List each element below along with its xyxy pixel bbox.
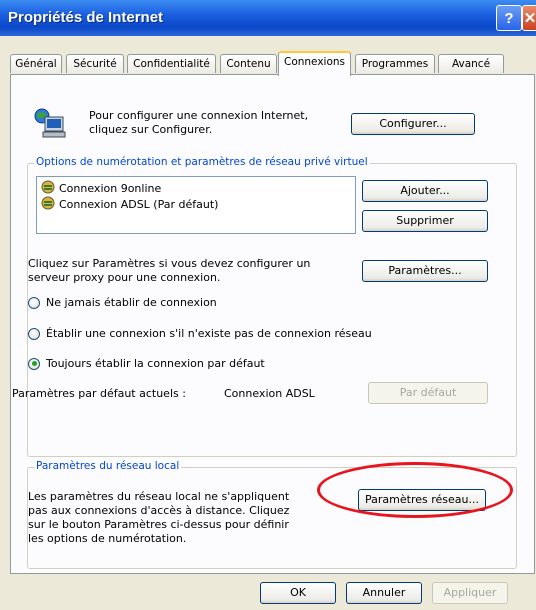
radio-never-dial[interactable]: Ne jamais établir de connexion xyxy=(28,296,217,309)
window-title: Propriétés de Internet xyxy=(8,9,164,26)
current-default-value: Connexion ADSL xyxy=(224,387,315,400)
connection-list[interactable]: Connexion 9online Connexion ADSL (Par dé… xyxy=(36,176,356,234)
radio-button[interactable] xyxy=(28,357,40,370)
dialup-connection-icon xyxy=(41,180,55,197)
network-computer-icon xyxy=(33,107,67,139)
tab-general[interactable]: Général xyxy=(10,54,62,73)
settings-button[interactable]: Paramètres... xyxy=(362,260,488,282)
radio-button[interactable] xyxy=(28,296,40,309)
lan-settings-button[interactable]: Paramètres réseau... xyxy=(358,489,486,511)
cancel-button[interactable]: Annuler xyxy=(346,582,422,604)
lan-text-2: pas aux connexions d'accès à distance. C… xyxy=(28,504,290,517)
connections-panel: Pour configurer une connexion Internet, … xyxy=(10,74,535,574)
dialup-group: Options de numérotation et paramètres de… xyxy=(12,156,517,457)
ok-button[interactable]: OK xyxy=(260,582,336,604)
help-button[interactable]: ? xyxy=(496,5,522,31)
proxy-text-2: serveur proxy pour une connexion. xyxy=(28,271,221,284)
configure-button[interactable]: Configurer... xyxy=(351,113,475,135)
tab-security[interactable]: Sécurité xyxy=(66,54,124,73)
tab-programs[interactable]: Programmes xyxy=(355,54,435,73)
question-icon: ? xyxy=(504,9,514,27)
tab-advanced[interactable]: Avancé xyxy=(438,54,504,73)
setup-text-1: Pour configurer une connexion Internet, xyxy=(89,109,309,122)
set-default-button[interactable]: Par défaut xyxy=(368,382,488,404)
lan-text-1: Les paramètres du réseau local ne s'appl… xyxy=(28,490,290,503)
dialup-legend: Options de numérotation et paramètres de… xyxy=(34,156,370,168)
lan-text-3: sur le bouton Paramètres ci-dessus pour … xyxy=(28,518,289,531)
tab-connections[interactable]: Connexions xyxy=(278,51,351,76)
radio-selected-dot xyxy=(31,361,37,366)
close-button[interactable]: ✕ xyxy=(522,5,536,31)
list-item[interactable]: Connexion 9online xyxy=(41,180,161,196)
radio-dial-when-no-network[interactable]: Établir une connexion s'il n'existe pas … xyxy=(28,327,372,340)
list-item[interactable]: Connexion ADSL (Par défaut) xyxy=(41,196,218,212)
setup-text-2: cliquez sur Configurer. xyxy=(89,123,213,136)
lan-text-4: les options de numérotation. xyxy=(28,532,187,545)
radio-button[interactable] xyxy=(28,327,40,340)
lan-group: Paramètres du réseau local Les paramètre… xyxy=(27,460,517,569)
current-default-label: Paramètres par défaut actuels : xyxy=(12,387,186,400)
dialup-connection-icon xyxy=(41,196,55,213)
radio-label: Ne jamais établir de connexion xyxy=(46,296,217,309)
add-button[interactable]: Ajouter... xyxy=(362,180,488,202)
tab-content[interactable]: Contenu xyxy=(220,54,277,73)
radio-label: Toujours établir la connexion par défaut xyxy=(46,357,265,370)
connection-label: Connexion ADSL (Par défaut) xyxy=(59,197,219,211)
apply-button[interactable]: Appliquer xyxy=(432,582,508,604)
title-bar: Propriétés de Internet ? ✕ xyxy=(0,0,536,36)
connection-label: Connexion 9online xyxy=(59,181,162,195)
tab-strip: Général Sécurité Confidentialité Contenu… xyxy=(10,51,536,76)
remove-button[interactable]: Supprimer xyxy=(362,210,488,232)
lan-legend: Paramètres du réseau local xyxy=(34,460,182,472)
tab-privacy[interactable]: Confidentialité xyxy=(127,54,216,73)
radio-label: Établir une connexion s'il n'existe pas … xyxy=(46,327,372,340)
radio-always-dial[interactable]: Toujours établir la connexion par défaut xyxy=(28,357,265,370)
close-icon: ✕ xyxy=(523,10,536,27)
proxy-text-1: Cliquez sur Paramètres si vous devez con… xyxy=(28,257,311,270)
